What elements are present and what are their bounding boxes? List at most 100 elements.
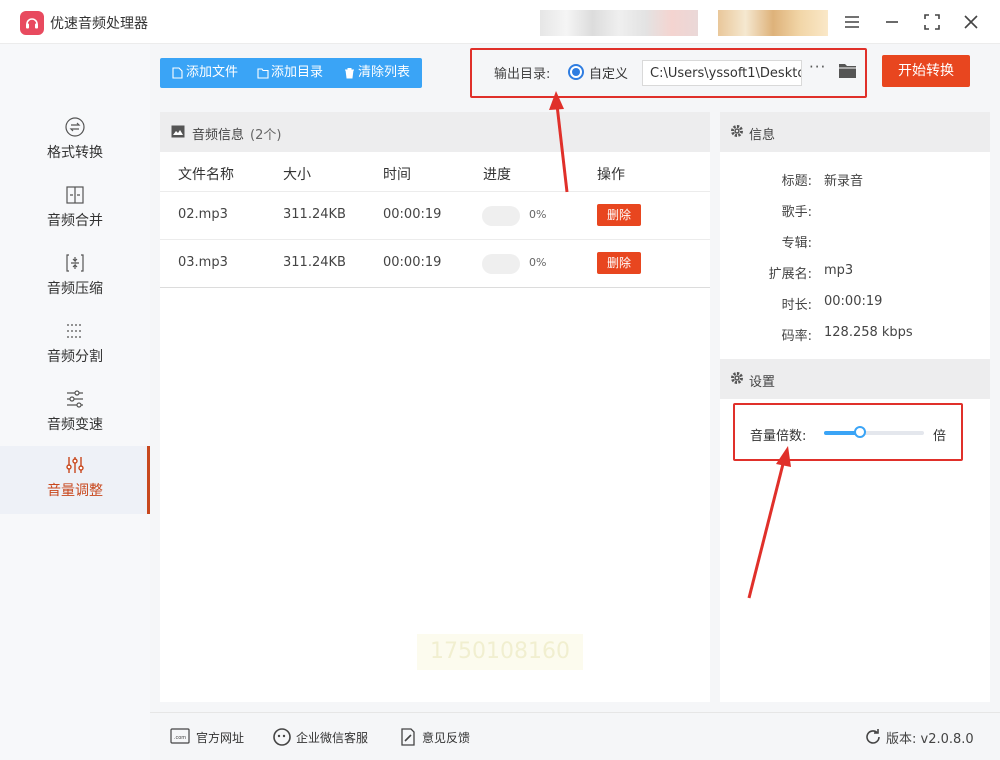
minimize-icon[interactable] [880, 10, 904, 34]
start-convert-button[interactable]: 开始转换 [882, 55, 970, 87]
sidebar-item-split[interactable]: 音频分割 [0, 312, 150, 380]
website-icon: .com [170, 728, 190, 744]
sidebar-item-volume-adjust[interactable]: 音量调整 [0, 446, 150, 514]
footer: .com 官方网址 企业微信客服 意见反馈 版本: v2.0.8.0 [150, 712, 1000, 760]
progress-text: 0% [529, 256, 547, 269]
version-text: 版本: v2.0.8.0 [886, 732, 974, 747]
menu-icon[interactable] [840, 10, 864, 34]
info-value-bitrate: 128.258 kbps [824, 325, 913, 340]
merge-icon [66, 186, 84, 204]
sidebar-item-label: 格式转换 [47, 145, 103, 161]
refresh-icon[interactable] [864, 728, 882, 746]
app-logo-icon [20, 11, 44, 35]
file-icon [172, 67, 183, 79]
speed-icon [67, 390, 83, 408]
settings-header: 设置 [720, 359, 990, 399]
add-file-button[interactable]: 添加文件 [172, 58, 238, 88]
delete-button[interactable]: 删除 [597, 204, 641, 226]
custom-radio[interactable] [568, 64, 584, 80]
wechat-icon [273, 728, 291, 746]
info-key-extension: 扩展名: [768, 267, 812, 282]
more-options-button[interactable]: ··· [809, 58, 826, 76]
sidebar-item-label: 音频变速 [47, 417, 103, 433]
official-website-link[interactable]: 官方网址 [196, 729, 244, 746]
close-icon[interactable] [959, 10, 983, 34]
column-header-progress: 进度 [483, 167, 511, 183]
add-file-label: 添加文件 [186, 65, 239, 80]
volume-multiplier-label: 音量倍数: [750, 429, 807, 444]
volume-slider[interactable] [824, 426, 924, 438]
wechat-support-link[interactable]: 企业微信客服 [296, 729, 368, 746]
add-directory-label: 添加目录 [271, 65, 324, 80]
image-icon [171, 125, 185, 138]
info-header: 信息 [720, 112, 990, 152]
row-divider [160, 287, 710, 288]
sidebar-item-format-convert[interactable]: 格式转换 [0, 108, 150, 176]
output-directory-group: 输出目录: 自定义 ··· [470, 48, 867, 98]
info-title: 信息 [749, 128, 776, 143]
add-directory-button[interactable]: 添加目录 [257, 58, 323, 88]
output-path-input[interactable] [642, 60, 802, 86]
title-bar: 优速音频处理器 [0, 0, 1000, 44]
column-header-size: 大小 [283, 167, 311, 183]
file-count: (2个) [250, 128, 282, 143]
maximize-icon[interactable] [920, 10, 944, 34]
column-header-time: 时间 [383, 167, 411, 183]
folder-outline-icon [257, 68, 269, 79]
trash-icon [345, 68, 354, 79]
feedback-link[interactable]: 意见反馈 [422, 729, 470, 746]
info-key-bitrate: 码率: [781, 329, 812, 344]
column-header-action: 操作 [597, 167, 625, 183]
file-name: 02.mp3 [178, 207, 228, 222]
file-size: 311.24KB [283, 255, 346, 270]
progress-bar [482, 206, 520, 226]
sidebar-item-speed[interactable]: 音频变速 [0, 380, 150, 448]
volume-slider-handle[interactable] [854, 426, 866, 438]
file-panel-header: 音频信息 (2个) [160, 112, 710, 152]
app-title: 优速音频处理器 [50, 16, 148, 32]
compress-icon [66, 254, 84, 272]
sidebar-item-label: 音频分割 [47, 349, 103, 365]
progress-bar [482, 254, 520, 274]
info-value-duration: 00:00:19 [824, 294, 883, 309]
file-list-panel: 音频信息 (2个) 文件名称 大小 时间 进度 操作 02.mp3 311.24… [160, 112, 710, 702]
custom-radio-label[interactable]: 自定义 [589, 63, 628, 82]
table-row[interactable]: 03.mp3 311.24KB 00:00:19 0% 删除 [160, 239, 710, 287]
split-icon [67, 324, 83, 338]
info-key-title: 标题: [781, 174, 812, 189]
volume-unit: 倍 [933, 429, 947, 444]
blurred-user-info [540, 10, 698, 36]
info-key-duration: 时长: [781, 298, 812, 313]
file-duration: 00:00:19 [383, 207, 442, 222]
table-row[interactable]: 02.mp3 311.24KB 00:00:19 0% 删除 [160, 191, 710, 239]
file-toolbar: 添加文件 添加目录 清除列表 [160, 58, 422, 88]
file-name: 03.mp3 [178, 255, 228, 270]
sidebar-item-label: 音频压缩 [47, 281, 103, 297]
clear-list-button[interactable]: 清除列表 [344, 58, 410, 88]
sidebar-item-merge[interactable]: 音频合并 [0, 176, 150, 244]
clear-list-label: 清除列表 [358, 65, 411, 80]
gear-icon [731, 125, 743, 137]
open-folder-icon[interactable] [838, 62, 858, 79]
format-convert-icon [65, 117, 85, 137]
sidebar-item-label: 音频合并 [47, 213, 103, 229]
delete-button[interactable]: 删除 [597, 252, 641, 274]
info-panel: 信息 标题: 新录音 歌手: 专辑: 扩展名: mp3 时长: 00:00:19… [720, 112, 990, 702]
watermark-text: 1750108160 [417, 634, 583, 670]
sidebar-item-label: 音量调整 [47, 483, 103, 499]
info-key-artist: 歌手: [781, 205, 812, 220]
progress-text: 0% [529, 208, 547, 221]
output-directory-label: 输出目录: [494, 67, 551, 82]
settings-title: 设置 [749, 375, 776, 390]
svg-text:.com: .com [174, 735, 186, 741]
gear-icon [731, 372, 743, 384]
file-size: 311.24KB [283, 207, 346, 222]
file-panel-title: 音频信息 [192, 128, 245, 143]
info-value-extension: mp3 [824, 263, 854, 278]
volume-setting-group: 音量倍数: 倍 [733, 403, 963, 461]
column-header-name: 文件名称 [178, 167, 234, 183]
sidebar-item-compress[interactable]: 音频压缩 [0, 244, 150, 312]
file-duration: 00:00:19 [383, 255, 442, 270]
feedback-icon [401, 728, 415, 746]
sidebar: 格式转换 音频合并 音频压缩 音频分割 音频变速 音量调整 [0, 44, 150, 760]
